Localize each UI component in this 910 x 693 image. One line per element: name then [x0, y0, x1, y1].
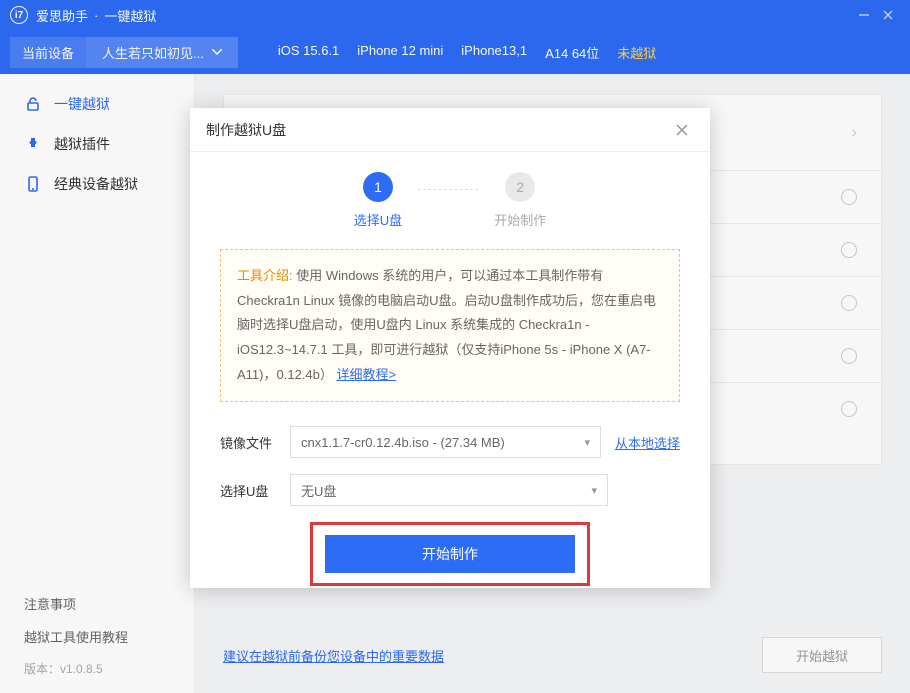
usb-label: 选择U盘	[220, 481, 290, 500]
usb-select-row: 选择U盘 无U盘 ▾	[220, 474, 680, 506]
choose-local-link[interactable]: 从本地选择	[615, 433, 680, 452]
make-usb-modal: 制作越狱U盘 1 选择U盘 2 开始制作 工具介绍: 使用 Windows 系统…	[190, 108, 710, 588]
info-label: 工具介绍:	[237, 268, 293, 283]
modal-title: 制作越狱U盘	[206, 120, 286, 140]
step-circle-1: 1	[363, 172, 393, 202]
step-2-label: 开始制作	[494, 210, 546, 229]
start-make-button[interactable]: 开始制作	[325, 535, 575, 573]
usb-select[interactable]: 无U盘 ▾	[290, 474, 608, 506]
info-text: 使用 Windows 系统的用户，可以通过本工具制作带有 Checkra1n L…	[237, 268, 656, 382]
modal-close-button[interactable]	[670, 118, 694, 142]
image-file-value: cnx1.1.7-cr0.12.4b.iso - (27.34 MB)	[301, 435, 505, 450]
step-1-label: 选择U盘	[354, 210, 402, 229]
modal-header: 制作越狱U盘	[190, 108, 710, 152]
modal-body: 1 选择U盘 2 开始制作 工具介绍: 使用 Windows 系统的用户，可以通…	[190, 152, 710, 606]
step-2: 2 开始制作	[494, 172, 546, 229]
chevron-down-icon: ▾	[591, 484, 597, 497]
modal-steps: 1 选择U盘 2 开始制作	[220, 172, 680, 229]
image-file-row: 镜像文件 cnx1.1.7-cr0.12.4b.iso - (27.34 MB)…	[220, 426, 680, 458]
chevron-down-icon: ▾	[584, 436, 590, 449]
step-separator	[418, 189, 478, 190]
tutorial-link[interactable]: 详细教程>	[337, 367, 397, 382]
image-file-select[interactable]: cnx1.1.7-cr0.12.4b.iso - (27.34 MB) ▾	[290, 426, 601, 458]
step-1: 1 选择U盘	[354, 172, 402, 229]
step-circle-2: 2	[505, 172, 535, 202]
make-button-highlight: 开始制作	[310, 522, 590, 586]
tool-info-box: 工具介绍: 使用 Windows 系统的用户，可以通过本工具制作带有 Check…	[220, 249, 680, 402]
image-file-label: 镜像文件	[220, 433, 290, 452]
usb-value: 无U盘	[301, 481, 336, 500]
